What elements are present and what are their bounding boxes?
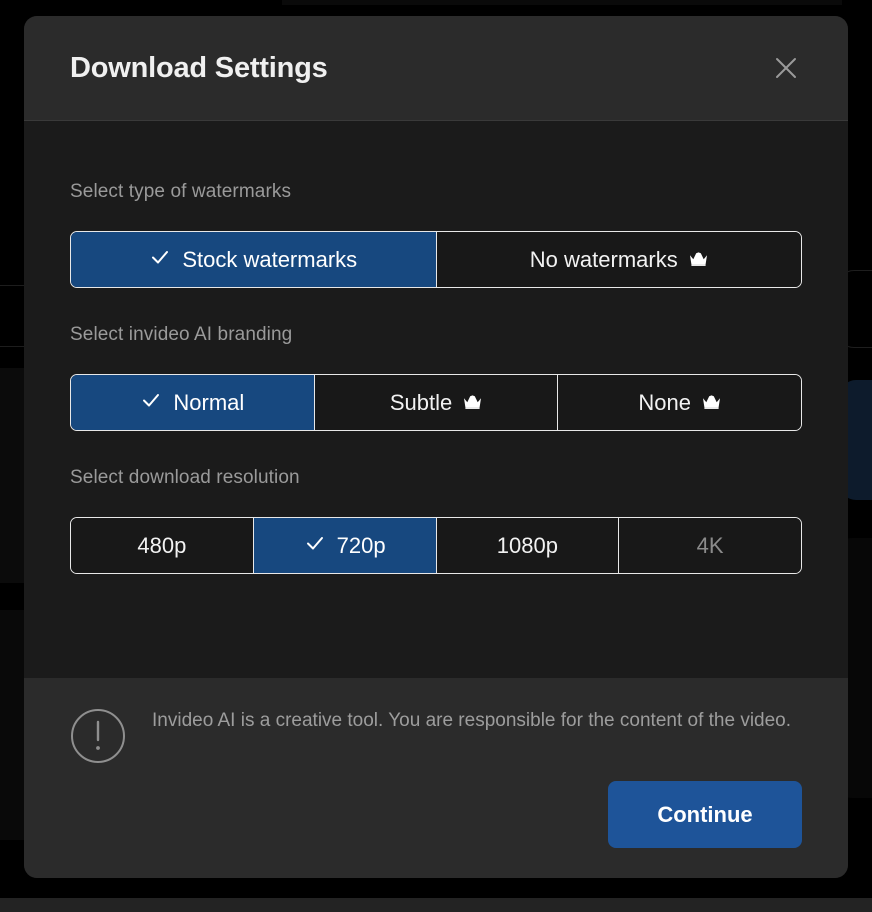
- check-icon: [304, 532, 326, 560]
- crown-icon: [463, 395, 482, 410]
- settings-section: Select type of watermarks Stock watermark…: [70, 181, 802, 288]
- option-label: 720p: [336, 532, 386, 558]
- option-label: 480p: [137, 532, 187, 558]
- crown-icon: [702, 395, 721, 410]
- section-label: Select invideo AI branding: [70, 324, 293, 345]
- option-label: Stock watermarks: [182, 246, 358, 272]
- option-button[interactable]: 720p: [253, 518, 437, 573]
- footer-actions: Continue: [70, 781, 802, 848]
- option-button[interactable]: 480p: [71, 518, 254, 573]
- segmented-control: Stock watermarks No watermarks: [70, 231, 802, 288]
- continue-button[interactable]: Continue: [608, 781, 802, 848]
- disclaimer: Invideo AI is a creative tool. You are r…: [70, 706, 802, 769]
- option-button[interactable]: None: [558, 375, 801, 430]
- exclamation-circle-icon: [70, 708, 126, 769]
- section-label: Select download resolution: [70, 467, 300, 488]
- option-label: None: [638, 389, 691, 415]
- segmented-control: Normal Subtle None: [70, 374, 802, 431]
- option-label: No watermarks: [529, 246, 678, 272]
- close-icon: [772, 54, 800, 82]
- option-button[interactable]: Subtle: [314, 375, 559, 430]
- disclaimer-text: Invideo AI is a creative tool. You are r…: [152, 710, 792, 731]
- settings-section: Select invideo AI branding Normal Subtle No…: [70, 324, 802, 431]
- check-icon: [140, 389, 162, 417]
- option-label: Subtle: [389, 389, 453, 415]
- dialog-header: Download Settings: [24, 16, 848, 121]
- segmented-control: 480p 720p 1080p 4K: [70, 517, 802, 574]
- backdrop-shape: [0, 898, 872, 912]
- option-label: 1080p: [496, 532, 558, 558]
- settings-section: Select download resolution 480p 720p 1080p 4…: [70, 467, 802, 574]
- backdrop-shape: [282, 0, 842, 5]
- dialog-footer: Invideo AI is a creative tool. You are r…: [24, 678, 848, 878]
- crown-icon: [689, 252, 708, 267]
- option-button[interactable]: No watermarks: [436, 232, 801, 287]
- option-button[interactable]: Normal: [71, 375, 315, 430]
- page-title: Download Settings: [70, 51, 328, 84]
- option-button[interactable]: Stock watermarks: [71, 232, 437, 287]
- download-settings-dialog: Download Settings Select type of waterma…: [24, 16, 848, 878]
- section-label: Select type of watermarks: [70, 181, 292, 202]
- check-icon: [149, 246, 171, 274]
- option-button[interactable]: 1080p: [436, 518, 620, 573]
- close-button[interactable]: [766, 48, 806, 88]
- option-button: 4K: [619, 518, 801, 573]
- option-label: 4K: [696, 532, 724, 558]
- dialog-body: Select type of watermarks Stock watermark…: [24, 121, 848, 678]
- option-label: Normal: [173, 389, 245, 415]
